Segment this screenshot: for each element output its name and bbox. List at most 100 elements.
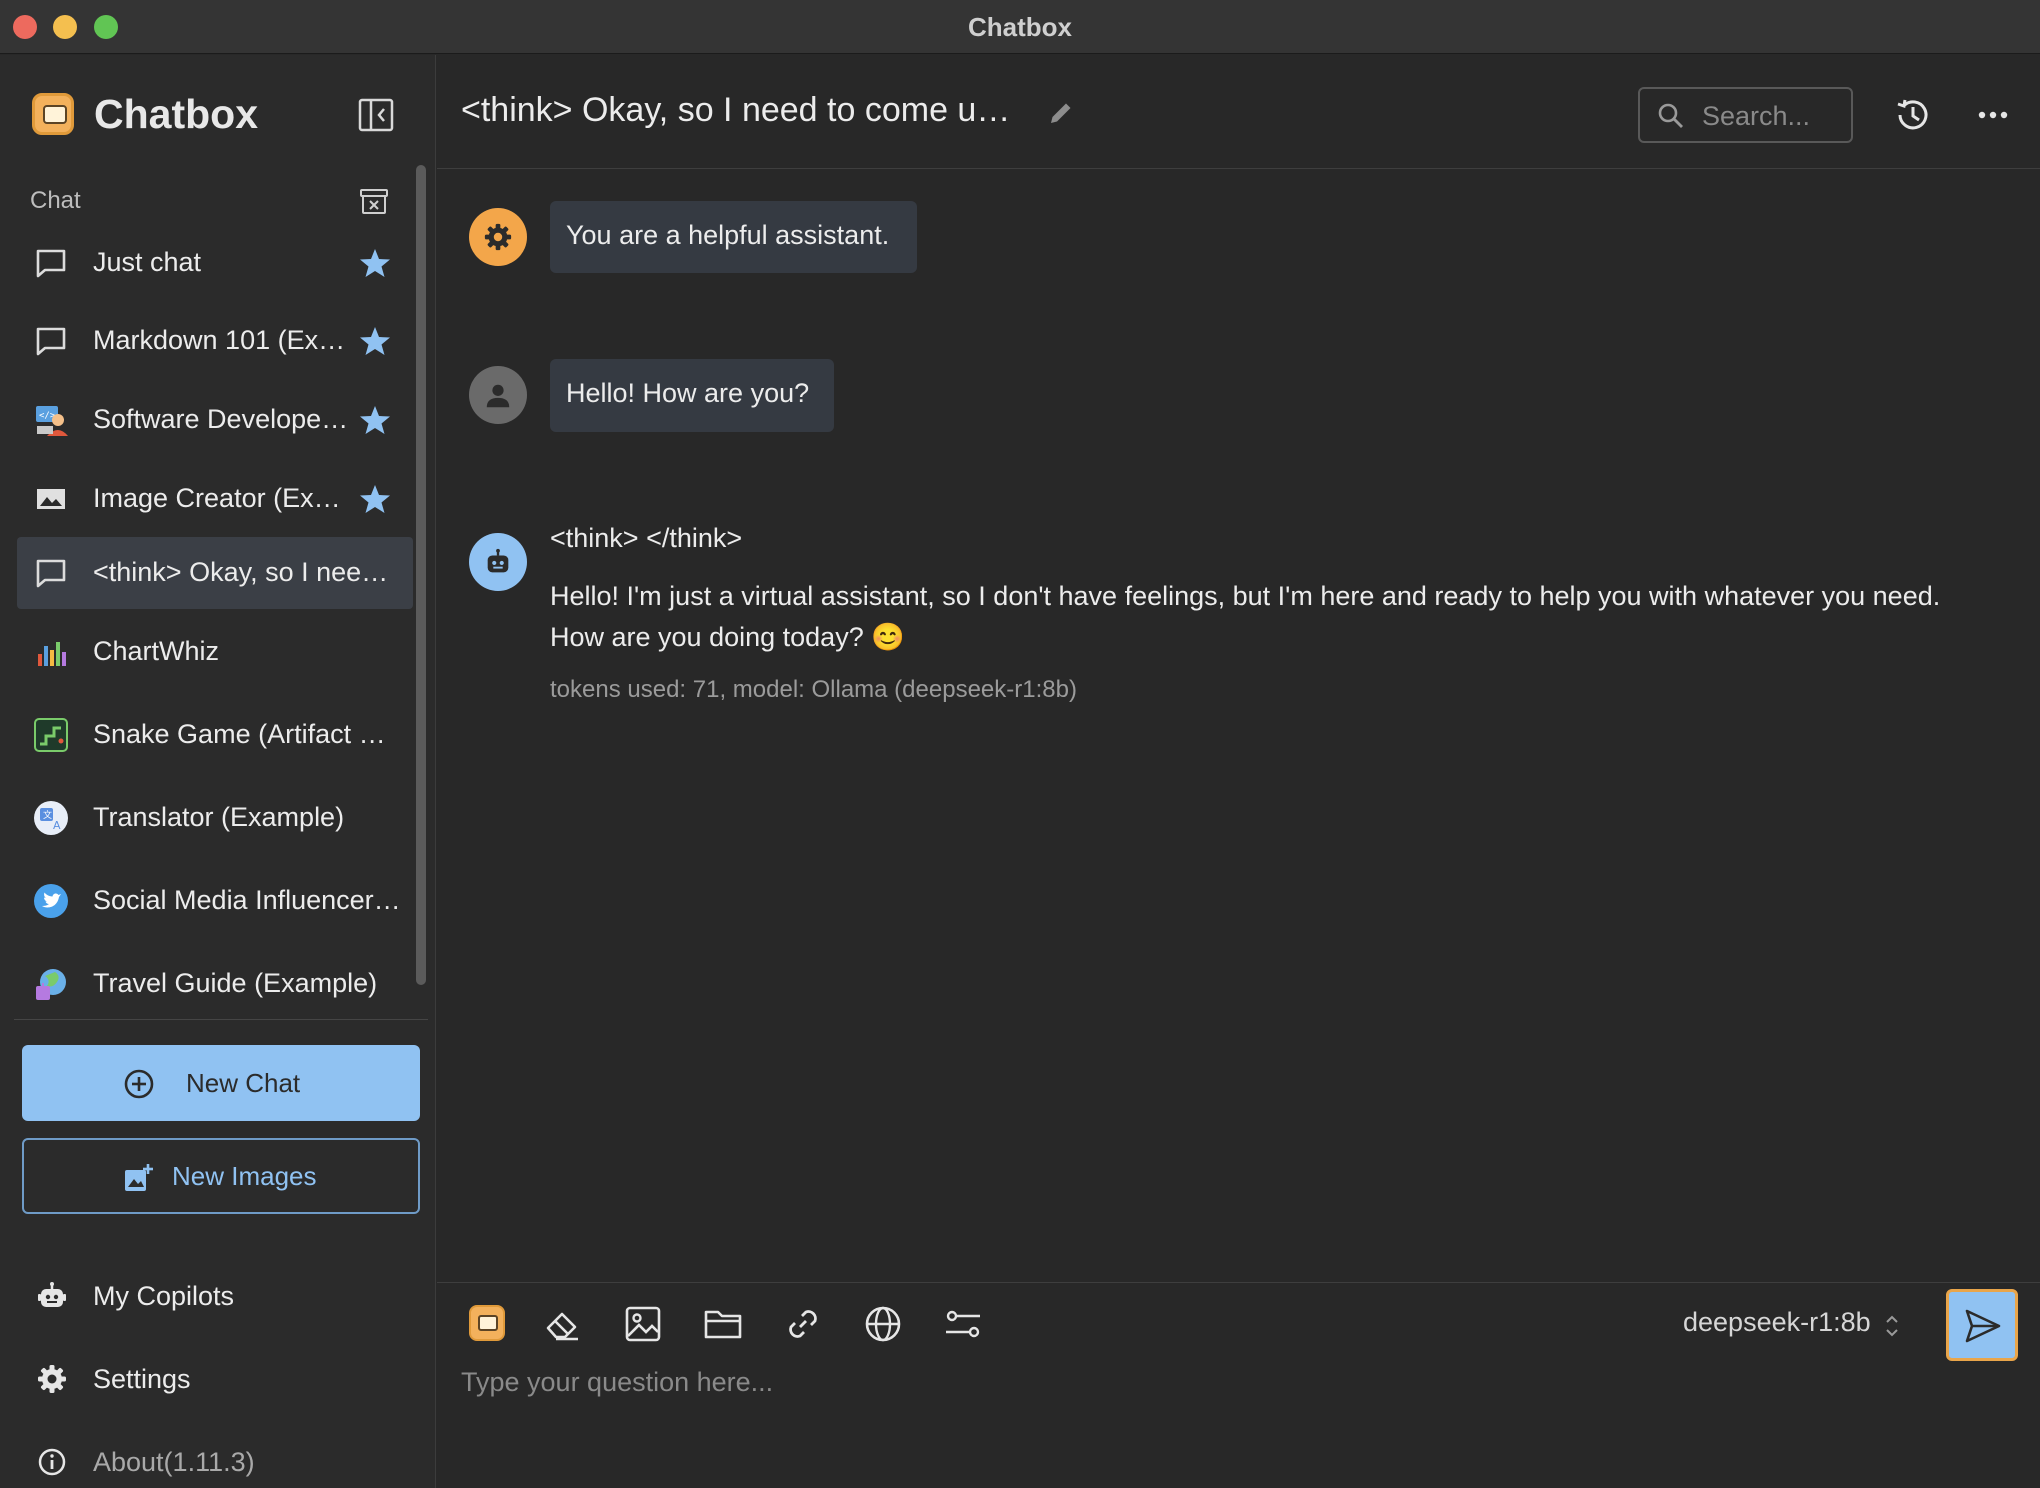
sidebar-collapse-icon xyxy=(358,98,394,132)
folder-icon xyxy=(704,1310,742,1339)
more-options-button[interactable] xyxy=(1975,101,2011,129)
search-box[interactable] xyxy=(1638,87,1853,143)
chat-bubble-icon xyxy=(36,559,66,588)
star-icon[interactable] xyxy=(359,325,391,357)
translator-avatar-icon: 文 A xyxy=(34,801,68,835)
chat-item-travel-guide[interactable]: Travel Guide (Example) xyxy=(17,948,413,1020)
chat-item-label: Travel Guide (Example) xyxy=(93,968,378,998)
chat-item-chartwhiz[interactable]: ChartWhiz xyxy=(17,616,413,688)
chat-header: <think> Okay, so I need to come up with xyxy=(437,55,2040,169)
image-icon xyxy=(625,1306,661,1342)
new-images-button[interactable]: New Images xyxy=(22,1138,420,1214)
attach-file-button[interactable] xyxy=(702,1303,744,1345)
sidebar: Chatbox Chat Just chat Markdown 101 (Exa… xyxy=(0,55,436,1488)
chat-item-snake-game[interactable]: Snake Game (Artifact Example) xyxy=(17,699,413,771)
my-copilots-label: My Copilots xyxy=(93,1281,235,1311)
chat-item-label: Social Media Influencer (Example) xyxy=(93,885,401,915)
chat-item-just-chat[interactable]: Just chat xyxy=(17,227,413,299)
history-button[interactable] xyxy=(1892,95,1932,135)
chatbox-logo-icon xyxy=(32,93,74,135)
attach-image-button[interactable] xyxy=(622,1303,664,1345)
chevron-up-down-icon[interactable] xyxy=(1883,1311,1901,1341)
about-button[interactable]: About(1.11.3) xyxy=(22,1430,420,1488)
edit-title-button[interactable] xyxy=(1045,97,1077,129)
web-browsing-button[interactable] xyxy=(862,1303,904,1345)
link-icon xyxy=(789,1310,817,1338)
star-icon[interactable] xyxy=(359,483,391,515)
chat-item-label: Just chat xyxy=(93,247,202,277)
chat-item-label: Markdown 101 (Example) xyxy=(93,325,353,355)
more-horizontal-icon xyxy=(1978,111,2008,119)
assistant-avatar xyxy=(469,533,527,591)
composer: deepseek-r1:8b xyxy=(437,1282,2040,1488)
robot-icon xyxy=(38,1282,66,1307)
sliders-icon xyxy=(946,1310,980,1338)
window-titlebar: Chatbox xyxy=(0,0,2040,54)
user-avatar xyxy=(469,366,527,424)
sidebar-scrollbar[interactable] xyxy=(416,165,426,985)
chat-list: Just chat Markdown 101 (Example) </> xyxy=(17,220,413,1072)
chat-item-label: Software Developer (Example) xyxy=(93,404,353,434)
chat-item-social-media-influencer[interactable]: Social Media Influencer (Example) xyxy=(17,865,413,937)
star-icon[interactable] xyxy=(359,247,391,279)
snake-game-avatar-icon xyxy=(34,718,68,752)
twitter-bird-icon xyxy=(34,884,68,918)
search-input[interactable] xyxy=(1702,99,1842,133)
chat-item-image-creator[interactable]: Image Creator (Example) xyxy=(17,463,413,535)
my-copilots-button[interactable]: My Copilots xyxy=(22,1264,420,1328)
brand-name: Chatbox xyxy=(94,91,258,137)
chatbox-logo-icon[interactable] xyxy=(469,1305,505,1341)
chat-item-label: ChartWhiz xyxy=(93,636,220,666)
system-avatar xyxy=(469,208,527,266)
collapse-sidebar-button[interactable] xyxy=(356,95,396,135)
send-icon xyxy=(1965,1309,2001,1343)
globe-icon xyxy=(865,1306,901,1342)
window-title: Chatbox xyxy=(968,12,1072,42)
info-icon xyxy=(38,1448,66,1476)
add-image-icon xyxy=(125,1164,153,1191)
image-icon xyxy=(37,489,65,509)
send-button[interactable] xyxy=(1946,1289,2018,1361)
developer-avatar-icon: </> xyxy=(36,406,68,436)
settings-button[interactable]: Settings xyxy=(22,1347,420,1411)
gear-icon xyxy=(484,223,512,251)
travel-globe-icon xyxy=(36,969,66,1000)
section-label-chat: Chat xyxy=(30,187,81,214)
plus-circle-icon xyxy=(124,1069,154,1099)
about-label: About(1.11.3) xyxy=(93,1447,255,1477)
attach-link-button[interactable] xyxy=(782,1303,824,1345)
clear-context-button[interactable] xyxy=(542,1303,584,1345)
assistant-message-meta: tokens used: 71, model: Ollama (deepseek… xyxy=(550,676,1077,703)
search-icon xyxy=(1658,103,1683,128)
chat-item-translator[interactable]: 文 A Translator (Example) xyxy=(17,782,413,854)
person-icon xyxy=(486,384,510,408)
conversation-settings-button[interactable] xyxy=(942,1303,984,1345)
chat-item-label: Snake Game (Artifact Example) xyxy=(93,719,401,749)
svg-text:文: 文 xyxy=(43,809,52,821)
history-clock-icon xyxy=(1897,99,1928,130)
settings-label: Settings xyxy=(93,1364,191,1394)
chat-item-label: <think> Okay, so I need to come up with xyxy=(93,557,401,587)
pencil-icon xyxy=(1051,103,1071,123)
gear-icon xyxy=(38,1365,66,1393)
star-icon[interactable] xyxy=(359,404,391,436)
new-chat-label: New Chat xyxy=(186,1068,301,1098)
user-message: Hello! How are you? xyxy=(550,359,834,432)
clear-conversations-button[interactable] xyxy=(358,185,390,217)
chat-item-think-okay[interactable]: <think> Okay, so I need to come up with xyxy=(17,537,413,609)
message-input[interactable] xyxy=(461,1367,2001,1467)
eraser-icon xyxy=(546,1312,578,1341)
archive-box-icon xyxy=(360,189,388,214)
assistant-think-block: <think> </think> xyxy=(550,523,743,553)
chat-item-markdown-101[interactable]: Markdown 101 (Example) xyxy=(17,305,413,377)
chat-bubble-icon xyxy=(36,249,66,278)
chat-item-label: Translator (Example) xyxy=(93,802,345,832)
svg-text:A: A xyxy=(53,819,61,832)
chart-avatar-icon xyxy=(38,642,66,666)
model-selector[interactable]: deepseek-r1:8b xyxy=(1683,1307,1871,1338)
sidebar-divider xyxy=(14,1019,428,1020)
system-message: You are a helpful assistant. xyxy=(550,201,917,273)
chat-item-software-developer[interactable]: </> Software Developer (Example) xyxy=(17,384,413,456)
new-chat-button[interactable]: New Chat xyxy=(22,1045,420,1121)
new-images-label: New Images xyxy=(172,1161,317,1191)
